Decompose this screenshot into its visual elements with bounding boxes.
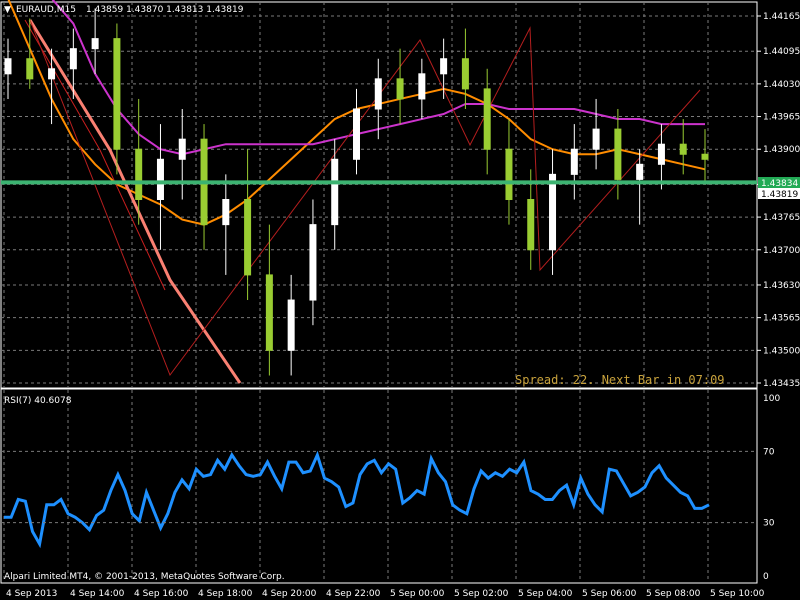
candle-bear — [679, 143, 687, 155]
time-tick-label: 4 Sep 22:00 — [326, 589, 381, 599]
chart-menu-icon[interactable]: ▼ — [4, 5, 11, 15]
time-tick-label: 5 Sep 02:00 — [454, 589, 509, 599]
candle-bull — [374, 78, 382, 110]
rsi-title: RSI(7) 40.6078 — [4, 396, 72, 406]
candle-bear — [527, 199, 535, 251]
candle-bull — [331, 158, 339, 226]
candle-bull — [549, 173, 557, 251]
candle-bull — [178, 138, 186, 160]
rsi-line — [4, 450, 710, 549]
candle-bull — [222, 199, 230, 226]
candle-bull — [418, 73, 426, 100]
time-tick-label: 5 Sep 00:00 — [390, 589, 445, 599]
price-tick-label: 1.43765 — [763, 213, 800, 223]
candle-bull — [636, 163, 644, 180]
candle-bear — [396, 78, 404, 100]
candle-bull — [156, 158, 164, 200]
candle-bear — [505, 148, 513, 200]
candle-bear — [614, 128, 622, 180]
rsi-tick-label: 0 — [763, 572, 769, 582]
candle-bull — [570, 148, 578, 175]
time-tick-label: 5 Sep 04:00 — [518, 589, 573, 599]
candle-bear — [483, 88, 491, 150]
rsi-tick-label: 30 — [763, 519, 775, 529]
price-tick-label: 1.43565 — [763, 314, 800, 324]
rsi-axis: 100 70 30 0 — [1, 394, 780, 582]
price-axis: 1.44165 1.44095 1.44030 1.43965 1.43900 1.438… — [757, 12, 800, 389]
bid-price-tag: 1.43834 — [761, 179, 798, 189]
candle-bull — [4, 58, 12, 75]
rsi-tick-label: 70 — [763, 447, 775, 457]
candle-bear — [265, 274, 273, 351]
moving-averages — [7, 0, 706, 384]
last-price-tag: 1.43819 — [761, 190, 798, 200]
time-axis: 4 Sep 2013 4 Sep 14:00 4 Sep 16:00 4 Sep 18… — [6, 589, 765, 599]
candle-bull — [440, 58, 448, 75]
candle-bear — [135, 148, 143, 200]
time-tick-label: 4 Sep 18:00 — [198, 589, 253, 599]
copyright-text: Alpari Limited MT4, © 2001-2013, MetaQuo… — [4, 572, 285, 582]
time-tick-label: 5 Sep 10:00 — [710, 589, 765, 599]
rsi-tick-label: 100 — [763, 394, 780, 404]
candle-bull — [592, 128, 600, 150]
price-tick-label: 1.43700 — [763, 246, 800, 256]
ma-line-long — [28, 19, 242, 384]
price-tick-label: 1.43900 — [763, 145, 800, 155]
candle-bull — [657, 143, 665, 165]
time-tick-label: 5 Sep 08:00 — [646, 589, 701, 599]
ohlc-readout: 1.43859 1.43870 1.43813 1.43819 — [86, 5, 244, 15]
candle-bear — [113, 38, 121, 150]
candle-bull — [91, 38, 99, 50]
price-tick-label: 1.43500 — [763, 346, 800, 356]
price-tick-label: 1.43435 — [763, 379, 800, 389]
price-tick-label: 1.44095 — [763, 47, 800, 57]
candle-bull — [309, 224, 317, 301]
price-tick-label: 1.44165 — [763, 12, 800, 22]
spread-timer-text: Spread: 22. Next Bar in 07:09 — [515, 373, 725, 387]
time-tick-label: 4 Sep 16:00 — [134, 589, 189, 599]
candle-bull — [287, 299, 295, 351]
candle-bear — [244, 199, 252, 276]
candle-bear — [701, 153, 709, 160]
candle-bull — [69, 48, 77, 70]
rsi-indicator — [4, 450, 710, 549]
time-tick-label: 4 Sep 2013 — [6, 589, 57, 599]
trading-chart: 1.44165 1.44095 1.44030 1.43965 1.43900 1.438… — [0, 0, 800, 599]
time-tick-label: 5 Sep 06:00 — [582, 589, 637, 599]
candlesticks — [4, 8, 709, 376]
candle-bull — [353, 108, 360, 160]
symbol-label: EURAUD,M15 — [16, 5, 76, 15]
time-tick-label: 4 Sep 20:00 — [262, 589, 317, 599]
candle-bear — [26, 58, 34, 80]
time-tick-label: 4 Sep 14:00 — [70, 589, 125, 599]
price-tick-label: 1.43630 — [763, 281, 800, 291]
price-tick-label: 1.43965 — [763, 113, 800, 123]
candle-bear — [461, 58, 469, 90]
candle-bull — [48, 68, 56, 80]
price-tick-label: 1.44030 — [763, 80, 800, 90]
